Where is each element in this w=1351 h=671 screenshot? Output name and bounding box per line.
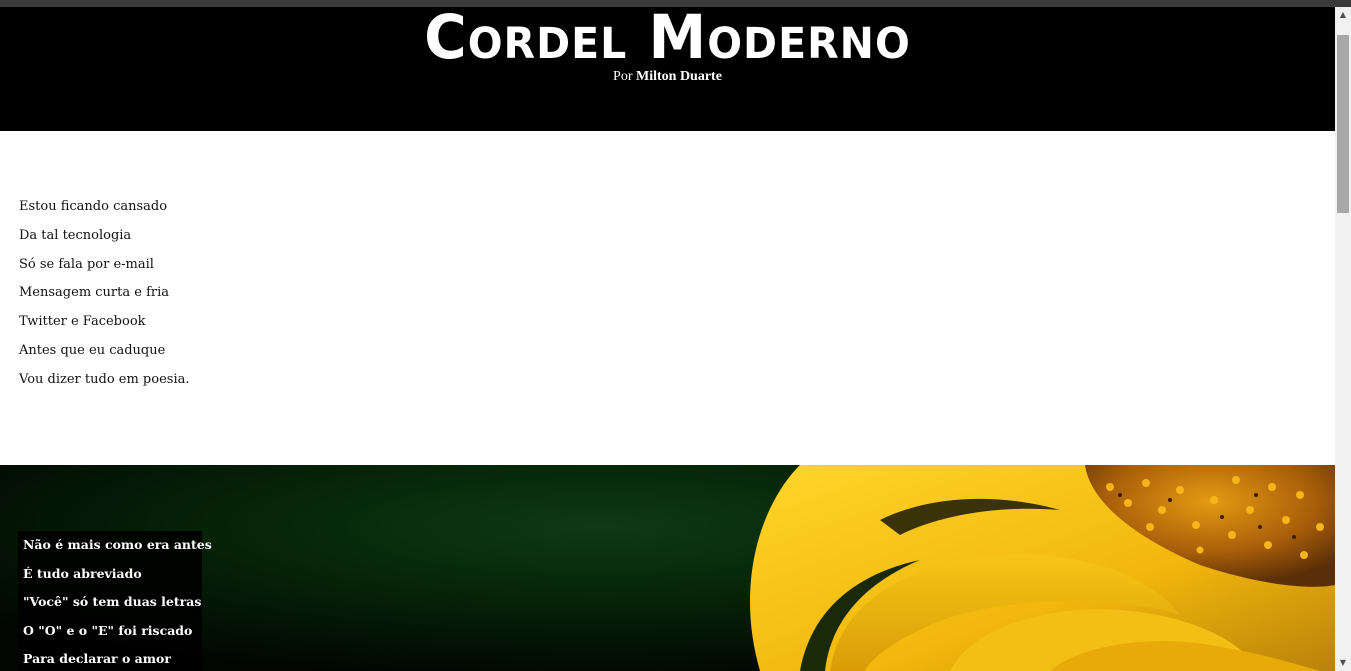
verse-list-2: Não é mais como era antes É tudo abrevia… [23, 535, 212, 671]
byline: Por Milton Duarte [0, 68, 1335, 86]
verse-line: Vou dizer tudo em poesia. [19, 371, 190, 387]
scroll-up-arrow-icon[interactable]: ▲ [1335, 7, 1351, 23]
verse-line: Não é mais como era antes [23, 537, 212, 552]
byline-prefix: Por [613, 69, 633, 84]
scrollbar-thumb[interactable] [1337, 35, 1349, 213]
verse-line: Antes que eu caduque [19, 342, 166, 358]
author-name: Milton Duarte [636, 69, 722, 84]
verse-list-1: Estou ficando cansado Da tal tecnologia … [19, 197, 189, 399]
browser-top-strip [0, 0, 1351, 7]
verse-line: Só se fala por e-mail [19, 256, 154, 272]
verse-line: Estou ficando cansado [19, 199, 168, 214]
scroll-down-arrow-icon[interactable]: ▼ [1335, 655, 1351, 671]
verse-line: É tudo abreviado [23, 565, 142, 581]
vertical-scrollbar[interactable]: ▲ ▼ [1335, 7, 1351, 671]
verse-section-white: Estou ficando cansado Da tal tecnologia … [0, 131, 1335, 465]
verse-section-flower: Não é mais como era antes É tudo abrevia… [0, 465, 1335, 671]
verse-line: "Você" só tem duas letras [23, 594, 202, 610]
verse-line: O "O" e o "E" foi riscado [23, 622, 193, 638]
page-viewport: Cordel Moderno Por Milton Duarte Estou f… [0, 7, 1335, 671]
site-title: Cordel Moderno [424, 7, 911, 73]
verse-line: Da tal tecnologia [19, 227, 132, 243]
verse-line: Mensagem curta e fria [19, 285, 170, 301]
verse-line: Para declarar o amor [23, 651, 171, 667]
site-header: Cordel Moderno Por Milton Duarte [0, 7, 1335, 131]
verse-line: Twitter e Facebook [19, 314, 146, 330]
